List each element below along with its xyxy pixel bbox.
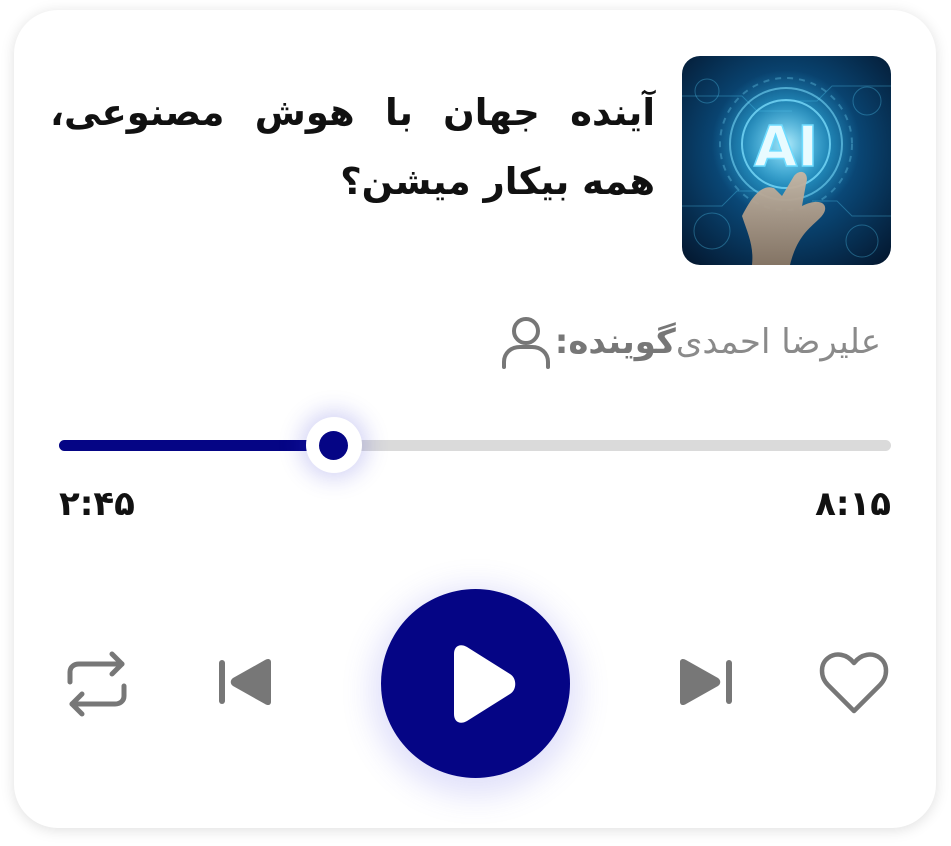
repeat-icon <box>67 651 127 717</box>
episode-title: آینده جهان با هوش مصنوعی، همه بیکار میشن… <box>50 91 655 203</box>
elapsed-time: ۲:۴۵ <box>59 484 135 524</box>
progress-thumb-dot <box>319 430 349 460</box>
play-icon <box>453 644 515 723</box>
total-time: ۸:۱۵ <box>815 484 891 524</box>
narrator-label: گوینده: <box>554 322 676 362</box>
progress-track[interactable] <box>59 440 891 451</box>
narrator-row: گوینده: علیرضا احمدی <box>483 312 889 372</box>
play-button[interactable] <box>381 589 570 778</box>
next-button[interactable] <box>676 656 734 708</box>
repeat-button[interactable] <box>66 649 128 719</box>
progress-thumb[interactable] <box>305 417 362 473</box>
person-icon <box>501 317 550 369</box>
skip-previous-icon <box>219 658 271 706</box>
narrator-name: علیرضا احمدی <box>675 322 881 362</box>
episode-cover-image: AI <box>682 56 891 265</box>
heart-icon <box>819 652 889 714</box>
previous-button[interactable] <box>217 656 275 708</box>
favorite-button[interactable] <box>819 651 889 715</box>
progress-fill <box>59 440 334 451</box>
skip-next-icon <box>680 658 732 706</box>
cover-art-text: AI <box>754 115 818 180</box>
